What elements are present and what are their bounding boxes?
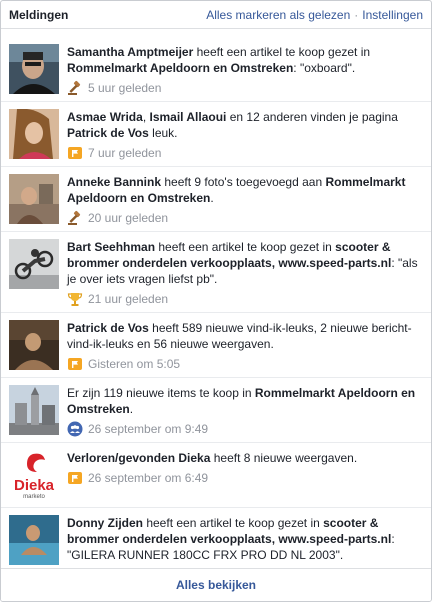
notifications-panel: Meldingen Alles markeren als gelezen · I… — [0, 0, 432, 602]
page-name: Verloren/gevonden Dieka — [67, 451, 211, 465]
actor-name: Asmae Wrida — [67, 110, 143, 124]
avatar — [9, 44, 59, 94]
svg-text:Dieka: Dieka — [14, 477, 55, 494]
notification-item[interactable]: Dieka marketo Verloren/gevonden Dieka he… — [1, 443, 431, 508]
notification-text: Anneke Bannink heeft 9 foto's toegevoegd… — [67, 174, 423, 206]
avatar — [9, 174, 59, 224]
separator: · — [354, 7, 359, 22]
text-fragment: Er zijn 119 nieuwe items te koop in — [67, 386, 255, 400]
group-name: Rommelmarkt Apeldoorn en Omstreken — [67, 61, 294, 75]
notification-meta: Gisteren om 5:05 — [67, 356, 423, 372]
notification-text: Bart Seehhman heeft een artikel te koop … — [67, 239, 423, 287]
actor-name: Bart Seehhman — [67, 240, 156, 254]
header-links: Alles markeren als gelezen · Instellinge… — [206, 8, 423, 22]
notification-item[interactable]: Anneke Bannink heeft 9 foto's toegevoegd… — [1, 167, 431, 232]
avatar — [9, 515, 59, 565]
timestamp: 26 september om 9:49 — [88, 422, 209, 436]
notification-item[interactable]: Patrick de Vos heeft 589 nieuwe vind-ik-… — [1, 313, 431, 378]
avatar — [9, 239, 59, 289]
page-logo: Dieka marketo — [9, 450, 59, 500]
settings-link[interactable]: Instellingen — [362, 8, 423, 22]
avatar — [9, 320, 59, 370]
group-icon — [67, 421, 83, 437]
notification-text: Asmae Wrida, Ismail Allaoui en 12 andere… — [67, 109, 423, 141]
panel-title: Meldingen — [9, 7, 69, 22]
timestamp: 20 uur geleden — [88, 211, 169, 225]
notification-text: Er zijn 119 nieuwe items te koop in Romm… — [67, 385, 423, 417]
timestamp: 5 uur geleden — [88, 81, 162, 95]
timestamp: Gisteren om 5:05 — [88, 357, 181, 371]
text-fragment: heeft 9 foto's toegevoegd aan — [161, 175, 326, 189]
page-name: Patrick de Vos — [67, 126, 149, 140]
notification-item[interactable]: Donny Zijden heeft een artikel te koop g… — [1, 508, 431, 569]
notification-meta: 20 uur geleden — [67, 210, 423, 226]
notification-item[interactable]: Asmae Wrida, Ismail Allaoui en 12 andere… — [1, 102, 431, 167]
flag-icon — [67, 145, 83, 161]
flag-icon — [67, 470, 83, 486]
actor-name: Samantha Amptmeijer — [67, 45, 194, 59]
notification-meta: 26 september om 6:49 — [67, 470, 423, 486]
notification-text: Donny Zijden heeft een artikel te koop g… — [67, 515, 423, 563]
text-fragment: leuk. — [148, 126, 178, 140]
text-fragment: en 12 anderen vinden je pagina — [226, 110, 398, 124]
notification-meta: 7 uur geleden — [67, 145, 423, 161]
notification-item[interactable]: Samantha Amptmeijer heeft een artikel te… — [1, 37, 431, 102]
timestamp: 7 uur geleden — [88, 146, 162, 160]
notifications-footer: Alles bekijken — [1, 568, 431, 601]
see-all-link[interactable]: Alles bekijken — [176, 578, 256, 592]
notification-item[interactable]: Bart Seehhman heeft een artikel te koop … — [1, 232, 431, 313]
notification-text: Verloren/gevonden Dieka heeft 8 nieuwe w… — [67, 450, 423, 466]
notification-text: Samantha Amptmeijer heeft een artikel te… — [67, 44, 423, 76]
avatar — [9, 109, 59, 159]
gavel-icon — [67, 210, 83, 226]
text-fragment: . — [129, 402, 134, 416]
mark-all-read-link[interactable]: Alles markeren als gelezen — [206, 8, 350, 22]
gavel-icon — [67, 80, 83, 96]
trophy-icon — [67, 291, 83, 307]
notification-meta: 5 uur geleden — [67, 80, 423, 96]
text-fragment: heeft een artikel te koop gezet in — [193, 45, 371, 59]
timestamp: 26 september om 6:49 — [88, 471, 209, 485]
actor-name: Anneke Bannink — [67, 175, 162, 189]
page-name: Patrick de Vos — [67, 321, 149, 335]
actor-name: Donny Zijden — [67, 516, 143, 530]
svg-text:marketo: marketo — [23, 494, 45, 500]
text-fragment: heeft een artikel te koop gezet in — [155, 240, 336, 254]
flag-icon — [67, 356, 83, 372]
notifications-header: Meldingen Alles markeren als gelezen · I… — [1, 1, 431, 29]
text-fragment: . — [210, 191, 214, 205]
text-fragment: : "oxboard". — [293, 61, 356, 75]
notification-list: Samantha Amptmeijer heeft een artikel te… — [1, 37, 431, 569]
notification-meta: 21 uur geleden — [67, 291, 423, 307]
group-thumbnail — [9, 385, 59, 435]
timestamp: 21 uur geleden — [88, 292, 169, 306]
notification-text: Patrick de Vos heeft 589 nieuwe vind-ik-… — [67, 320, 423, 352]
notification-item[interactable]: Er zijn 119 nieuwe items te koop in Romm… — [1, 378, 431, 443]
actor-name: Ismail Allaoui — [149, 110, 227, 124]
text-fragment: heeft een artikel te koop gezet in — [143, 516, 324, 530]
notification-meta: 26 september om 9:49 — [67, 421, 423, 437]
text-fragment: heeft 8 nieuwe weergaven. — [210, 451, 358, 465]
